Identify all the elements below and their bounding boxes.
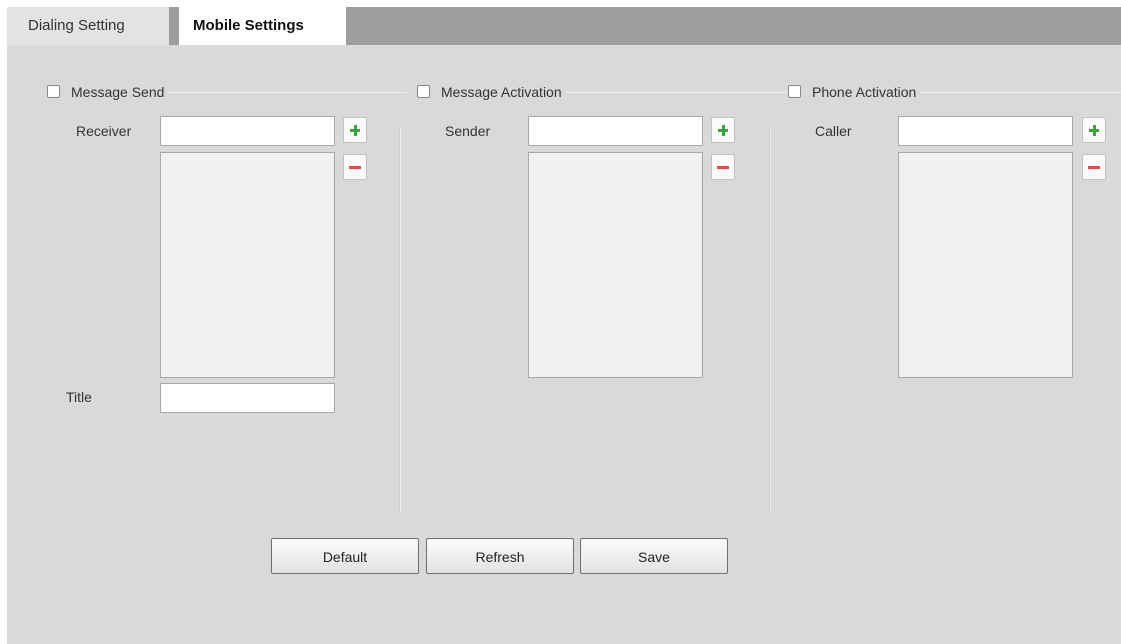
caller-input[interactable] <box>898 116 1073 146</box>
tab-mobile-settings[interactable]: Mobile Settings <box>179 7 346 45</box>
tab-dialing-setting[interactable]: Dialing Setting <box>7 7 169 45</box>
receiver-label: Receiver <box>76 123 132 139</box>
phone-activation-label: Phone Activation <box>812 83 921 101</box>
message-activation-label: Message Activation <box>441 83 566 101</box>
message-send-group-header: Message Send <box>47 83 407 101</box>
refresh-button[interactable]: Refresh <box>426 538 574 574</box>
save-button[interactable]: Save <box>580 538 728 574</box>
message-send-checkbox[interactable] <box>47 85 60 98</box>
add-receiver-button[interactable] <box>343 117 367 143</box>
column-divider <box>769 127 771 512</box>
column-divider <box>399 127 401 512</box>
sender-input[interactable] <box>528 116 703 146</box>
mobile-settings-panel: Dialing Setting Mobile Settings Message … <box>7 7 1121 644</box>
default-button[interactable]: Default <box>271 538 419 574</box>
remove-caller-button[interactable] <box>1082 154 1106 180</box>
receiver-list[interactable] <box>160 152 335 378</box>
add-sender-button[interactable] <box>711 117 735 143</box>
caller-label: Caller <box>815 123 852 139</box>
message-send-label: Message Send <box>71 83 169 101</box>
message-activation-group-header: Message Activation <box>417 83 787 101</box>
phone-activation-group-header: Phone Activation <box>788 83 1121 101</box>
caller-list[interactable] <box>898 152 1073 378</box>
receiver-input[interactable] <box>160 116 335 146</box>
remove-receiver-button[interactable] <box>343 154 367 180</box>
remove-sender-button[interactable] <box>711 154 735 180</box>
phone-activation-checkbox[interactable] <box>788 85 801 98</box>
title-input[interactable] <box>160 383 335 413</box>
sender-label: Sender <box>445 123 491 139</box>
message-activation-checkbox[interactable] <box>417 85 430 98</box>
title-label: Title <box>66 389 92 405</box>
tab-bar: Dialing Setting Mobile Settings <box>7 7 1121 45</box>
sender-list[interactable] <box>528 152 703 378</box>
add-caller-button[interactable] <box>1082 117 1106 143</box>
